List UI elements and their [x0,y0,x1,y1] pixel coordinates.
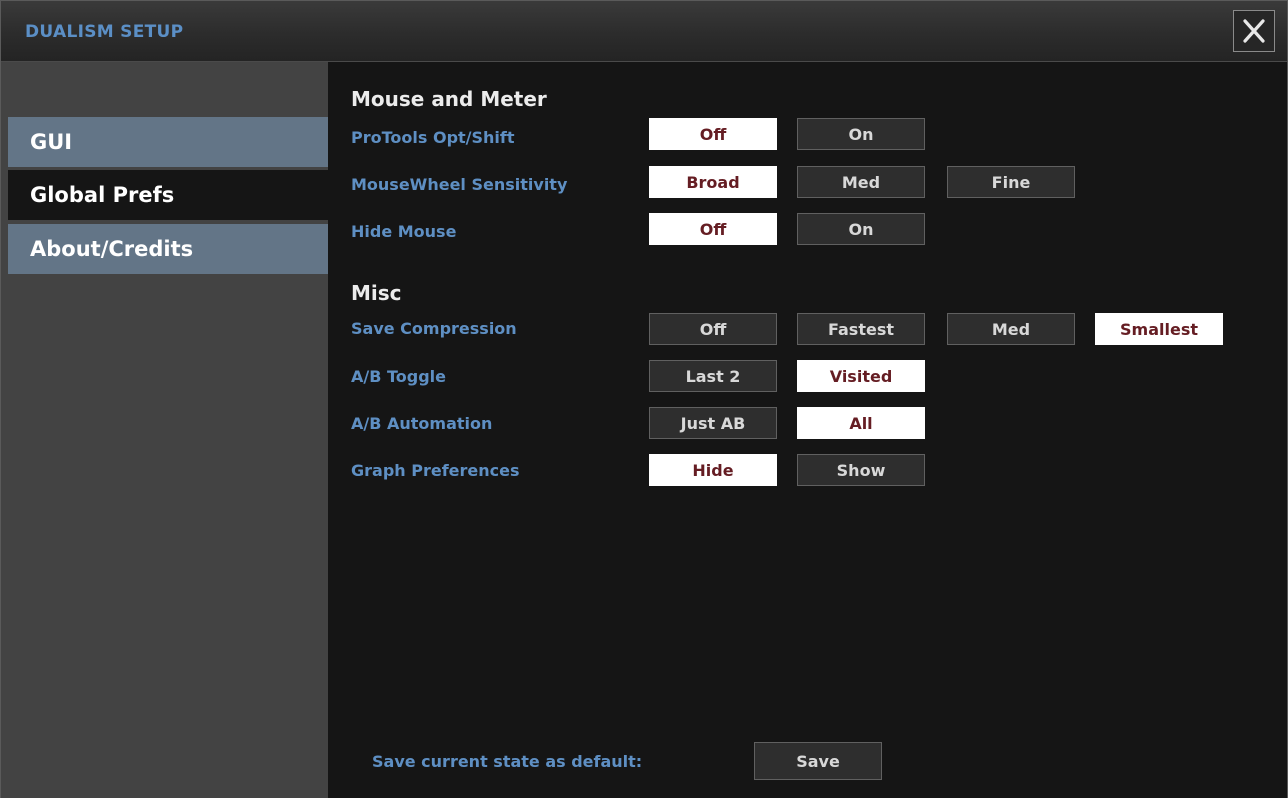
save-default-label: Save current state as default: [372,752,643,771]
section-heading-misc: Misc [351,281,402,305]
graph-preferences-hide-option[interactable]: Hide [649,454,777,486]
protools-opt-shift-label: ProTools Opt/Shift [351,128,515,147]
close-icon [1243,19,1265,43]
sidebar-item-about-credits[interactable]: About/Credits [8,224,328,274]
sidebar: GUI Global Prefs About/Credits [1,62,328,798]
mousewheel-fine-option[interactable]: Fine [947,166,1075,198]
mousewheel-sensitivity-label: MouseWheel Sensitivity [351,175,568,194]
sidebar-item-label: About/Credits [30,237,194,261]
save-compression-label: Save Compression [351,319,517,338]
protools-opt-shift-on-option[interactable]: On [797,118,925,150]
ab-toggle-label: A/B Toggle [351,367,447,386]
graph-preferences-show-option[interactable]: Show [797,454,925,486]
close-button[interactable] [1233,10,1275,52]
graph-preferences-label: Graph Preferences [351,461,520,480]
save-compression-off-option[interactable]: Off [649,313,777,345]
settings-panel: Mouse and Meter ProTools Opt/Shift Off O… [328,62,1287,798]
save-compression-smallest-option[interactable]: Smallest [1095,313,1223,345]
hide-mouse-on-option[interactable]: On [797,213,925,245]
setup-window: DUALISM SETUP GUI Global Prefs About/Cre… [0,0,1288,798]
hide-mouse-off-option[interactable]: Off [649,213,777,245]
protools-opt-shift-off-option[interactable]: Off [649,118,777,150]
window-title: DUALISM SETUP [25,22,184,42]
save-button[interactable]: Save [754,742,882,780]
mousewheel-broad-option[interactable]: Broad [649,166,777,198]
ab-automation-all-option[interactable]: All [797,407,925,439]
title-bar: DUALISM SETUP [1,1,1287,62]
sidebar-item-global-prefs[interactable]: Global Prefs [8,170,328,220]
sidebar-item-label: GUI [30,130,73,154]
ab-toggle-visited-option[interactable]: Visited [797,360,925,392]
ab-automation-label: A/B Automation [351,414,493,433]
ab-toggle-last-2-option[interactable]: Last 2 [649,360,777,392]
mousewheel-med-option[interactable]: Med [797,166,925,198]
sidebar-item-label: Global Prefs [30,183,175,207]
section-heading-mouse-and-meter: Mouse and Meter [351,87,547,111]
hide-mouse-label: Hide Mouse [351,222,457,241]
save-compression-fastest-option[interactable]: Fastest [797,313,925,345]
ab-automation-just-ab-option[interactable]: Just AB [649,407,777,439]
save-compression-med-option[interactable]: Med [947,313,1075,345]
sidebar-item-gui[interactable]: GUI [8,117,328,167]
